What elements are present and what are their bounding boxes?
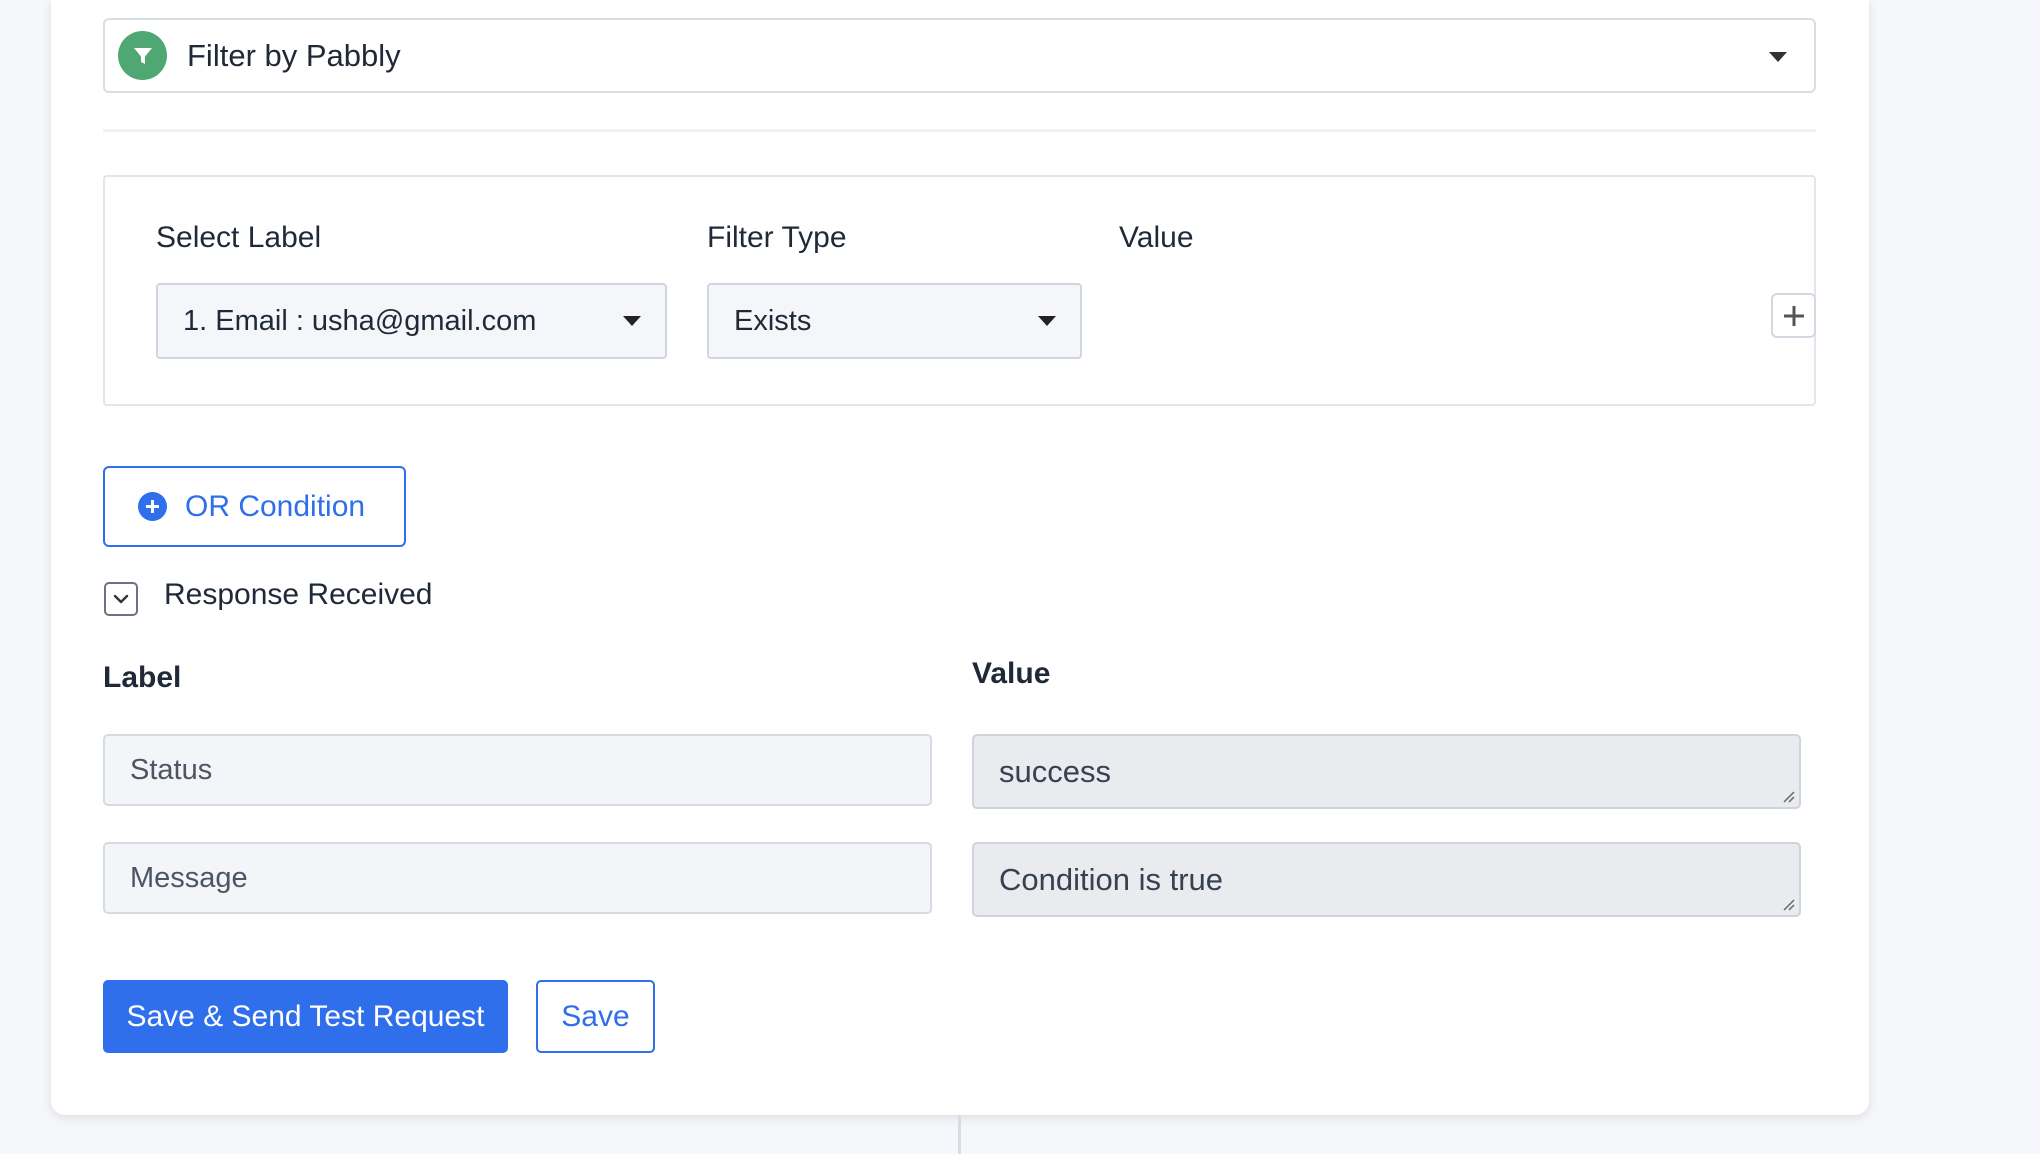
response-value-heading: Value (972, 657, 1051, 690)
response-label-field[interactable]: Message (103, 842, 932, 914)
plus-icon (1783, 305, 1804, 326)
caret-down-icon (1769, 52, 1787, 62)
select-label-value: 1. Email : usha@gmail.com (183, 304, 537, 337)
response-toggle[interactable] (104, 582, 138, 616)
resize-handle-icon[interactable] (1781, 789, 1795, 803)
caret-down-icon (1038, 316, 1056, 326)
response-received-title: Response Received (164, 578, 433, 611)
save-and-send-test-request-button[interactable]: Save & Send Test Request (103, 980, 508, 1053)
select-label-dropdown[interactable]: 1. Email : usha@gmail.com (156, 283, 667, 359)
filter-type-dropdown[interactable]: Exists (707, 283, 1082, 359)
plus-circle-icon (138, 492, 167, 521)
or-condition-label: OR Condition (185, 489, 366, 523)
caret-down-icon (623, 316, 641, 326)
workflow-connector-line (958, 1115, 961, 1154)
response-label-heading: Label (103, 661, 182, 694)
response-value-text: success (999, 753, 1111, 789)
response-label-text: Message (130, 861, 248, 894)
filter-type-heading: Filter Type (707, 221, 847, 254)
or-condition-button[interactable]: OR Condition (103, 466, 406, 547)
filter-icon (118, 31, 167, 80)
select-label-heading: Select Label (156, 221, 322, 254)
divider (103, 129, 1816, 132)
action-step-card: Filter by Pabbly Select Label Filter Typ… (51, 0, 1869, 1115)
page: Filter by Pabbly Select Label Filter Typ… (0, 0, 2040, 1154)
filter-condition-box: Select Label Filter Type Value 1. Email … (103, 175, 1816, 406)
save-button[interactable]: Save (536, 980, 655, 1053)
response-value-field[interactable]: Condition is true (972, 842, 1801, 917)
app-select-dropdown[interactable]: Filter by Pabbly (103, 18, 1816, 93)
response-value-field[interactable]: success (972, 734, 1801, 809)
response-value-text: Condition is true (999, 861, 1224, 897)
app-name: Filter by Pabbly (187, 37, 401, 73)
resize-handle-icon[interactable] (1781, 897, 1795, 911)
chevron-down-icon (113, 594, 129, 604)
response-label-text: Status (130, 753, 213, 786)
add-condition-button[interactable] (1771, 293, 1816, 338)
value-heading: Value (1119, 221, 1194, 254)
response-label-field[interactable]: Status (103, 734, 932, 806)
filter-type-value: Exists (734, 304, 812, 337)
